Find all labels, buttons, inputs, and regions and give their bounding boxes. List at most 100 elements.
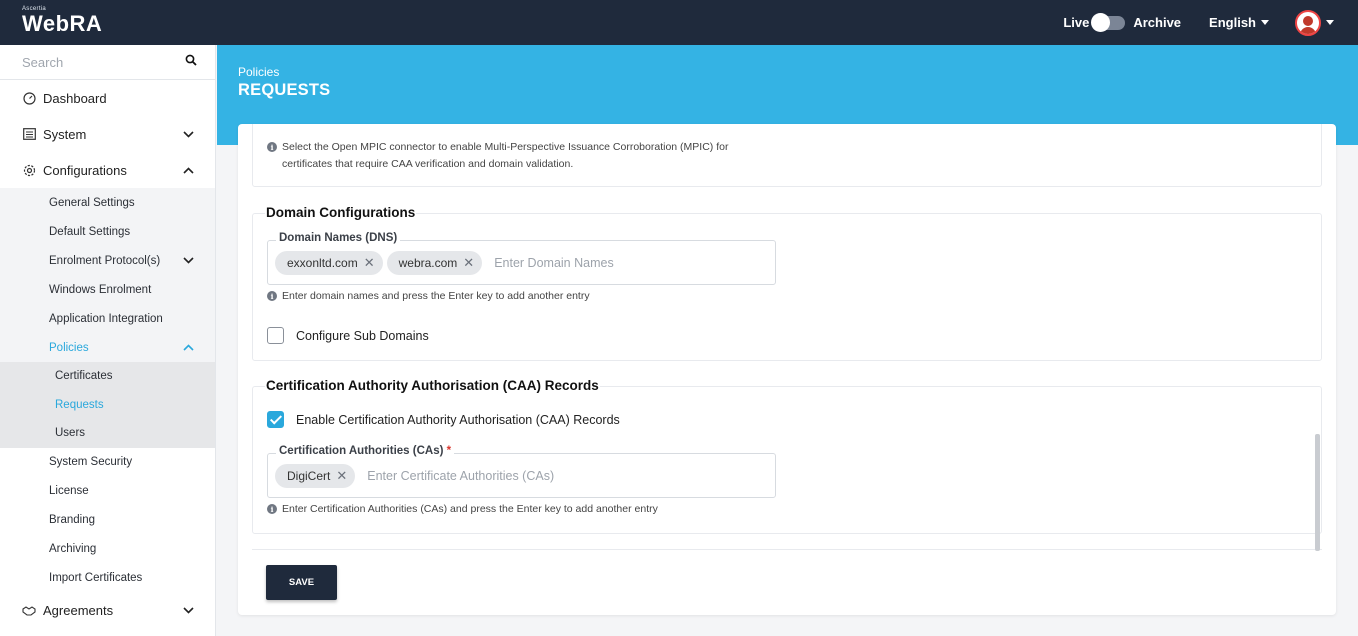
mpic-info-line: Select the Open MPIC connector to enable… <box>282 141 729 153</box>
sidebar-item-label: System <box>43 126 87 142</box>
domain-names-input[interactable] <box>494 256 695 270</box>
page-title: REQUESTS <box>238 81 331 99</box>
domain-config-panel: Domain Names (DNS) exxonltd.com ✕ webra.… <box>252 213 1322 361</box>
cas-field: Certification Authorities (CAs) * DigiCe… <box>267 445 776 498</box>
mpic-info-line: certificates that require CAA verificati… <box>282 158 574 170</box>
domain-chips: exxonltd.com ✕ webra.com ✕ <box>275 251 695 275</box>
sidebar-item-label: Configurations <box>43 162 127 178</box>
chevron-up-icon <box>181 163 195 177</box>
info-icon: i <box>267 291 277 301</box>
sidebar-item-label: License <box>49 485 89 497</box>
chip-label: DigiCert <box>287 469 331 483</box>
cas-input[interactable] <box>367 469 598 483</box>
sidebar-item-archiving[interactable]: Archiving <box>0 535 215 564</box>
sidebar-item-dashboard[interactable]: Dashboard <box>0 80 215 116</box>
domain-chip: exxonltd.com ✕ <box>275 251 383 275</box>
enable-caa-checkbox[interactable] <box>267 411 284 428</box>
caa-section-title: Certification Authority Authorisation (C… <box>265 378 600 393</box>
app-logo[interactable]: Ascertia WebRA <box>22 6 102 36</box>
caret-down-icon <box>1261 20 1269 25</box>
sidebar-item-label: General Settings <box>49 196 135 209</box>
sidebar-item-default-settings[interactable]: Default Settings <box>0 217 215 246</box>
ca-chips: DigiCert ✕ <box>275 464 598 488</box>
policies-submenu: Certificates Requests Users <box>0 362 215 448</box>
sidebar-item-system-security[interactable]: System Security <box>0 448 215 477</box>
live-archive-toggle[interactable] <box>1091 12 1126 32</box>
configurations-submenu: General Settings Default Settings Enrolm… <box>0 188 215 448</box>
sidebar-item-label: Agreements <box>43 603 114 618</box>
enable-caa-label: Enable Certification Authority Authorisa… <box>296 412 620 427</box>
configure-subdomains-label: Configure Sub Domains <box>296 328 429 343</box>
content-card: i Select the Open MPIC connector to enab… <box>238 124 1336 615</box>
configure-subdomains-checkbox[interactable] <box>267 327 284 344</box>
domain-config-title: Domain Configurations <box>265 205 417 220</box>
sidebar: Dashboard System Configurations General … <box>0 45 216 636</box>
sidebar-item-configurations[interactable]: Configurations <box>0 152 215 188</box>
top-bar: Ascertia WebRA Live Archive English <box>0 0 1358 45</box>
gear-icon <box>22 163 36 177</box>
sidebar-item-label: Enrolment Protocol(s) <box>49 254 161 267</box>
caa-hint-text: Enter Certification Authorities (CAs) an… <box>282 503 658 515</box>
avatar <box>1295 9 1321 36</box>
search-input[interactable] <box>22 54 172 70</box>
chevron-down-icon <box>181 604 195 618</box>
domain-chip: webra.com ✕ <box>386 251 483 275</box>
search-icon[interactable] <box>185 53 197 71</box>
sidebar-item-license[interactable]: License <box>0 477 215 506</box>
caa-panel: Enable Certification Authority Authorisa… <box>252 386 1322 534</box>
sidebar-item-label: Archiving <box>49 543 97 555</box>
sidebar-item-general-settings[interactable]: General Settings <box>0 188 215 217</box>
close-icon[interactable]: ✕ <box>463 255 474 271</box>
sidebar-item-label: Dashboard <box>43 90 107 106</box>
sidebar-item-label: Branding <box>49 514 96 526</box>
save-button[interactable]: SAVE <box>266 565 337 600</box>
enable-caa-row: Enable Certification Authority Authorisa… <box>267 411 620 428</box>
close-icon[interactable]: ✕ <box>364 255 375 271</box>
info-icon: i <box>267 504 277 514</box>
sidebar-item-label: Policies <box>49 341 89 354</box>
handshake-icon <box>22 604 36 618</box>
domain-hint-text: Enter domain names and press the Enter k… <box>282 290 590 302</box>
sidebar-item-label: System Security <box>49 456 133 468</box>
chevron-down-icon <box>181 127 195 141</box>
sidebar-item-enrolment-protocols[interactable]: Enrolment Protocol(s) <box>0 246 215 275</box>
configure-subdomains-row: Configure Sub Domains <box>267 327 429 344</box>
language-label: English <box>1209 15 1256 30</box>
live-label: Live <box>1063 15 1090 30</box>
language-selector[interactable]: English <box>1209 15 1269 30</box>
divider <box>252 549 1322 550</box>
caret-down-icon <box>1326 20 1334 25</box>
scrollbar[interactable] <box>1315 434 1320 551</box>
sidebar-item-windows-enrolment[interactable]: Windows Enrolment <box>0 275 215 304</box>
close-icon[interactable]: ✕ <box>336 468 347 484</box>
top-right-controls: Live Archive English <box>1063 0 1334 45</box>
sidebar-item-branding[interactable]: Branding <box>0 506 215 535</box>
archive-label: Archive <box>1133 15 1182 30</box>
breadcrumb[interactable]: Policies <box>238 65 279 79</box>
domain-names-field: Domain Names (DNS) exxonltd.com ✕ webra.… <box>267 232 776 285</box>
sidebar-item-agreements[interactable]: Agreements <box>0 593 215 629</box>
toggle-knob <box>1091 12 1111 32</box>
sidebar-item-application-integration[interactable]: Application Integration <box>0 304 215 333</box>
ca-chip: DigiCert ✕ <box>275 464 356 488</box>
caa-hint: i Enter Certification Authorities (CAs) … <box>267 501 658 518</box>
sidebar-item-users[interactable]: Users <box>0 419 215 448</box>
chip-label: exxonltd.com <box>287 256 358 270</box>
sidebar-item-label: Application Integration <box>49 312 163 325</box>
mpic-info: i Select the Open MPIC connector to enab… <box>267 139 728 173</box>
sidebar-item-system[interactable]: System <box>0 116 215 152</box>
sidebar-item-import-certificates[interactable]: Import Certificates <box>0 564 215 593</box>
sidebar-item-certificates[interactable]: Certificates <box>0 362 215 391</box>
domain-hint: i Enter domain names and press the Enter… <box>267 288 590 305</box>
logo-product: WebRA <box>22 11 103 36</box>
sidebar-search <box>0 45 215 80</box>
user-menu[interactable] <box>1295 9 1334 36</box>
info-icon: i <box>267 142 277 152</box>
sidebar-item-policies[interactable]: Policies <box>0 333 215 362</box>
sidebar-item-requests[interactable]: Requests <box>0 391 215 420</box>
domain-names-label: Domain Names (DNS) <box>276 232 401 244</box>
required-mark: * <box>446 445 452 457</box>
chevron-down-icon <box>181 254 195 268</box>
sidebar-item-label: Import Certificates <box>49 572 143 584</box>
cas-label-text: Certification Authorities (CAs) <box>279 445 444 457</box>
